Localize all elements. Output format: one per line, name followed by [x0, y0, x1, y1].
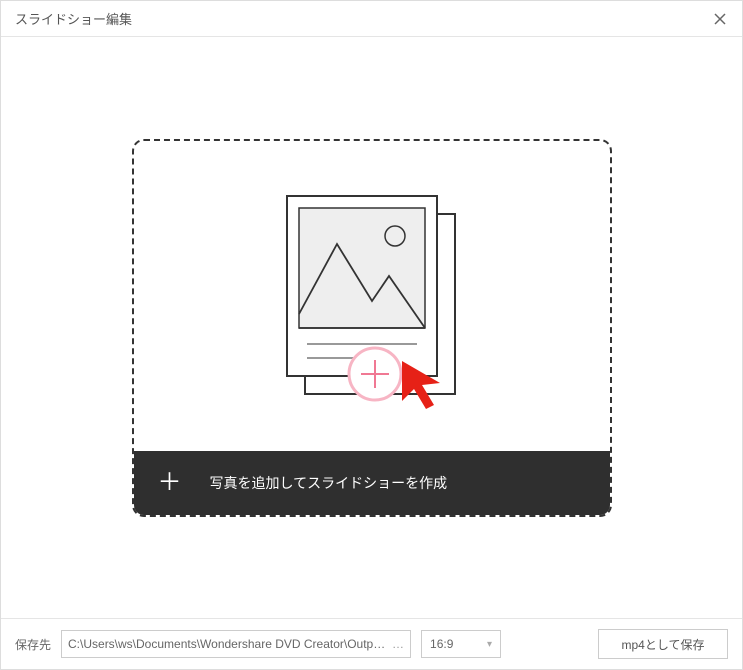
window-title: スライドショー編集	[15, 9, 132, 28]
aspect-ratio-select[interactable]: 16:9 ▾	[421, 630, 501, 658]
browse-button[interactable]: …	[386, 637, 404, 651]
titlebar: スライドショー編集	[1, 1, 742, 37]
chevron-down-icon: ▾	[487, 639, 492, 650]
footer-bar: 保存先 C:\Users\ws\Documents\Wondershare DV…	[1, 618, 742, 669]
save-path-label: 保存先	[15, 636, 51, 653]
close-icon	[714, 13, 726, 25]
pointer-arrow-icon	[392, 351, 452, 411]
close-button[interactable]	[712, 11, 728, 27]
save-path-field[interactable]: C:\Users\ws\Documents\Wondershare DVD Cr…	[61, 630, 411, 658]
save-button-label: mp4として保存	[622, 636, 705, 653]
dropzone-preview	[134, 141, 610, 451]
aspect-ratio-value: 16:9	[430, 637, 453, 651]
plus-icon: ＋	[158, 471, 182, 495]
dropzone-action-bar[interactable]: ＋ 写真を追加してスライドショーを作成	[134, 451, 610, 515]
save-mp4-button[interactable]: mp4として保存	[598, 629, 728, 659]
slideshow-dropzone[interactable]: ＋ 写真を追加してスライドショーを作成	[132, 139, 612, 517]
main-area: ＋ 写真を追加してスライドショーを作成	[1, 37, 742, 618]
dropzone-label: 写真を追加してスライドショーを作成	[210, 473, 448, 493]
save-path-value: C:\Users\ws\Documents\Wondershare DVD Cr…	[68, 637, 386, 651]
